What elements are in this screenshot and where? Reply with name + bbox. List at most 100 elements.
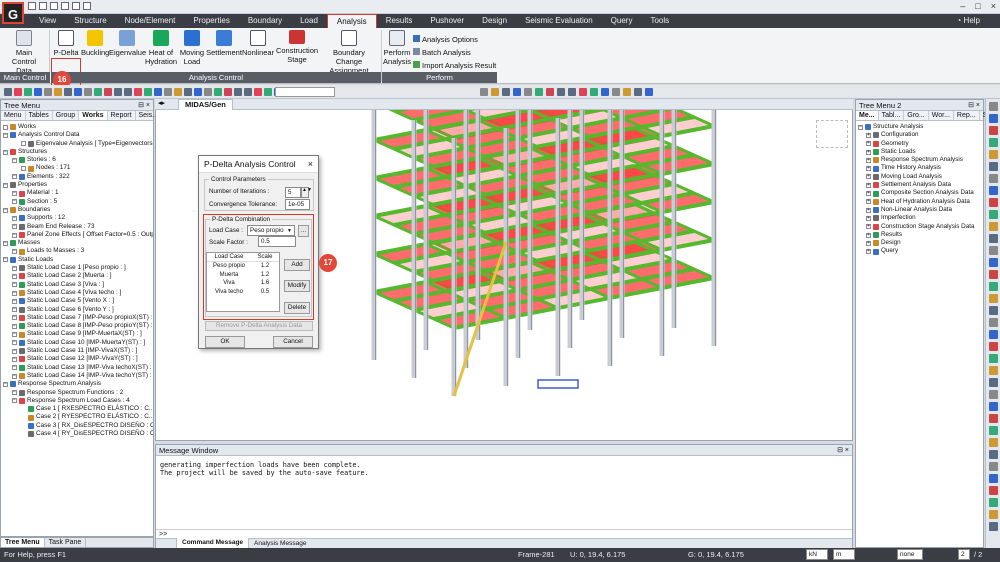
tree-item[interactable]: − Stories : 6 — [3, 156, 153, 164]
view-cube-icon[interactable] — [816, 120, 848, 148]
tree2-item[interactable]: + Results — [858, 231, 983, 239]
tree-item[interactable]: Eigenvalue Analysis [ Type=Eigenvectors-… — [3, 140, 153, 148]
heat-of-hydration-button[interactable]: Heat of Hydration — [145, 30, 177, 66]
tree-item[interactable]: − Analysis Control Data — [3, 131, 153, 139]
tree2-item[interactable]: + Settlement Analysis Data — [858, 181, 983, 189]
tool-icon[interactable] — [988, 306, 998, 315]
expand-icon[interactable]: − — [12, 290, 17, 296]
tool-icon[interactable] — [988, 318, 998, 327]
expand-icon[interactable]: − — [12, 323, 17, 329]
toolbar-icon[interactable] — [14, 88, 22, 96]
expand-icon[interactable] — [21, 141, 26, 147]
expand-icon[interactable]: + — [866, 149, 871, 155]
menu-load[interactable]: Load — [291, 14, 327, 28]
expand-icon[interactable]: − — [3, 132, 8, 138]
expand-icon[interactable]: − — [12, 373, 17, 379]
expand-icon[interactable]: + — [866, 207, 871, 213]
scale-factor-input[interactable]: 0.5 — [258, 236, 296, 247]
toolbar-icon[interactable] — [144, 88, 152, 96]
view-select[interactable]: none — [897, 549, 923, 560]
menu-seismic-evaluation[interactable]: Seismic Evaluation — [516, 14, 602, 28]
tool-icon[interactable] — [988, 498, 998, 507]
toolbar-icon[interactable] — [579, 88, 587, 96]
tool-icon[interactable] — [988, 234, 998, 243]
toolbar-icon[interactable] — [194, 88, 202, 96]
toolbar-icon[interactable] — [114, 88, 122, 96]
toolbar-icon[interactable] — [64, 88, 72, 96]
tool-icon[interactable] — [988, 510, 998, 519]
expand-icon[interactable]: + — [866, 141, 871, 147]
menu-query[interactable]: Query — [602, 14, 642, 28]
tree-item[interactable]: − Panel Zone Effects [ Offset Factor=0.5 … — [3, 231, 153, 239]
toolbar-icon[interactable] — [94, 88, 102, 96]
expand-icon[interactable]: − — [3, 149, 8, 155]
toolbar-icon[interactable] — [74, 88, 82, 96]
tool-icon[interactable] — [988, 402, 998, 411]
expand-icon[interactable]: + — [866, 215, 871, 221]
eigenvalue-button[interactable]: Eigenvalue — [109, 30, 146, 57]
tab-right-1[interactable]: Tabl... — [879, 111, 905, 120]
length-unit-select[interactable]: m — [833, 549, 855, 560]
tree2-item[interactable]: + Configuration — [858, 131, 983, 139]
modify-button[interactable]: Modify — [284, 280, 310, 292]
tab-midas-gen[interactable]: MIDAS/Gen — [178, 99, 233, 110]
boundary-change-button[interactable]: Boundary Change Assignment — [319, 30, 379, 75]
batch-analysis-button[interactable]: Batch Analysis — [413, 46, 496, 59]
expand-icon[interactable]: + — [866, 166, 871, 172]
tree2-item[interactable]: + Heat of Hydration Analysis Data — [858, 198, 983, 206]
cancel-button[interactable]: Cancel — [273, 336, 313, 348]
settlement-button[interactable]: Settlement — [206, 30, 242, 57]
tool-icon[interactable] — [988, 102, 998, 111]
remove-pdelta-button[interactable]: Remove P-Delta Analysis Data — [205, 321, 313, 331]
toolbar-icon[interactable] — [264, 88, 272, 96]
tree-item[interactable]: − Static Load Case 13 [IMP-Viva techoX(ST… — [3, 364, 153, 372]
toolbar-icon[interactable] — [54, 88, 62, 96]
expand-icon[interactable]: − — [3, 182, 8, 188]
expand-icon[interactable] — [21, 166, 26, 172]
tool-icon[interactable] — [988, 258, 998, 267]
toolbar-icon[interactable] — [254, 88, 262, 96]
import-result-button[interactable]: Import Analysis Result — [413, 59, 496, 72]
tree-item[interactable]: − Supports : 12 — [3, 214, 153, 222]
table-row[interactable]: Peso propio 1.2 — [207, 262, 279, 271]
expand-icon[interactable]: − — [12, 348, 17, 354]
expand-icon[interactable]: − — [12, 191, 17, 197]
expand-icon[interactable]: − — [12, 249, 17, 255]
tree-item[interactable]: − Elements : 322 — [3, 173, 153, 181]
tool-icon[interactable] — [988, 354, 998, 363]
tree-item[interactable]: − Static Load Case 8 [IMP-Peso propioY(ST… — [3, 322, 153, 330]
window-controls[interactable]: – □ × — [960, 1, 996, 11]
tool-icon[interactable] — [988, 414, 998, 423]
tree-item[interactable]: − Static Load Case 5 [Vento X : ] — [3, 297, 153, 305]
tree-item[interactable]: − Beam End Release : 73 — [3, 223, 153, 231]
main-control-data-button[interactable]: Main Control Data — [4, 30, 44, 75]
tree2-item[interactable]: + Non-Linear Analysis Data — [858, 206, 983, 214]
tool-icon[interactable] — [988, 366, 998, 375]
expand-icon[interactable]: + — [866, 132, 871, 138]
expand-icon[interactable]: + — [866, 232, 871, 238]
iterations-input[interactable]: 5 — [285, 187, 301, 198]
expand-icon[interactable]: + — [866, 182, 871, 188]
toolbar-icon[interactable] — [34, 88, 42, 96]
tree-item[interactable]: − Properties — [3, 181, 153, 189]
menu-design[interactable]: Design — [473, 14, 516, 28]
tree-item[interactable]: − Static Load Case 14 [IMP-Viva techoY(ST… — [3, 372, 153, 380]
bottom-tab-1[interactable]: Task Pane — [45, 538, 87, 547]
toolbar-icon[interactable] — [244, 88, 252, 96]
add-button[interactable]: Add — [284, 259, 310, 271]
toolbar-icon[interactable] — [174, 88, 182, 96]
toolbar-icon[interactable] — [645, 88, 653, 96]
expand-icon[interactable]: − — [3, 207, 8, 213]
expand-icon[interactable]: − — [12, 174, 17, 180]
toolbar-icon[interactable] — [513, 88, 521, 96]
expand-icon[interactable]: − — [12, 340, 17, 346]
menu-tools[interactable]: Tools — [641, 14, 678, 28]
tree2-item[interactable]: + Moving Load Analysis — [858, 173, 983, 181]
tree2-item[interactable]: + Static Loads — [858, 148, 983, 156]
toolbar-icon[interactable] — [204, 88, 212, 96]
quick-access-toolbar[interactable] — [28, 2, 91, 10]
tab-right-3[interactable]: Wor... — [929, 111, 954, 120]
construction-stage-button[interactable]: Construction Stage — [275, 30, 319, 64]
tree-item[interactable]: − Static Load Case 10 [IMP-MuertaY(ST) : … — [3, 339, 153, 347]
moving-load-button[interactable]: Moving Load — [178, 30, 206, 66]
